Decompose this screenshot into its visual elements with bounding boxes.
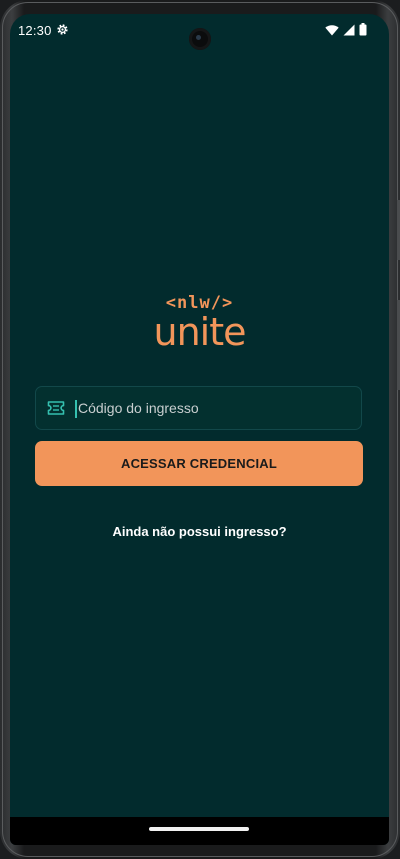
- ticket-code-input[interactable]: [78, 387, 348, 429]
- wifi-icon: [325, 24, 339, 35]
- ticket-icon: [47, 401, 65, 415]
- access-credential-button[interactable]: ACESSAR CREDENCIAL: [35, 441, 363, 486]
- navigation-bar: [10, 817, 389, 845]
- status-icons: [325, 23, 367, 36]
- ticket-code-input-container[interactable]: [35, 386, 362, 430]
- front-camera: [189, 28, 211, 50]
- text-cursor: [75, 400, 77, 418]
- status-bar: 12:30: [10, 14, 389, 50]
- gear-icon: [57, 24, 68, 35]
- logo-wordmark: unite: [153, 310, 246, 354]
- home-indicator[interactable]: [149, 827, 249, 831]
- phone-frame: 12:30 <nlw/> unite Código do ingresso AC…: [0, 0, 400, 859]
- signal-icon: [343, 24, 355, 35]
- app-logo: <nlw/> unite: [10, 293, 389, 351]
- no-ticket-link[interactable]: Ainda não possui ingresso?: [10, 524, 389, 539]
- app-screen: 12:30 <nlw/> unite Código do ingresso AC…: [10, 14, 389, 845]
- battery-icon: [359, 23, 367, 36]
- status-time: 12:30: [18, 23, 52, 38]
